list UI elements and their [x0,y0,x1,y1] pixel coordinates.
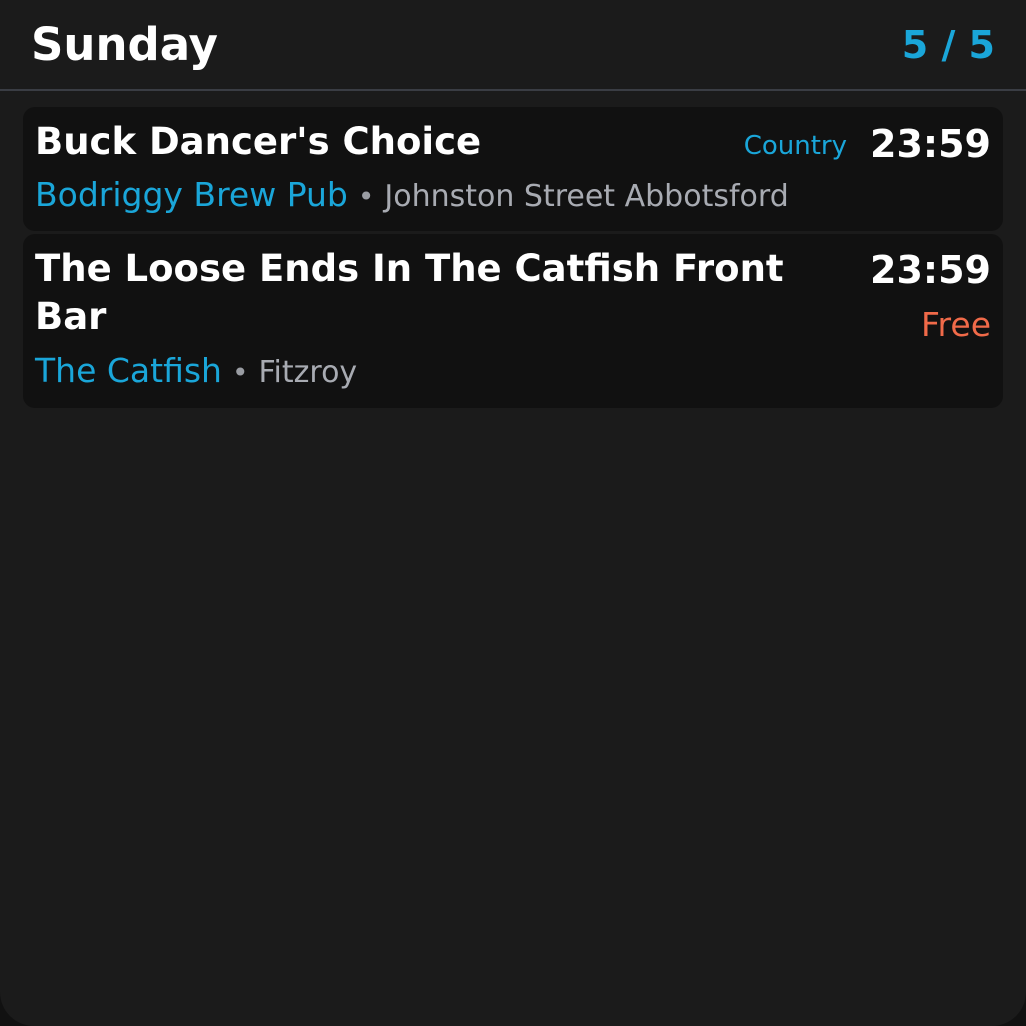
venue-name[interactable]: The Catfish [35,351,222,390]
venue-name[interactable]: Bodriggy Brew Pub [35,175,348,214]
location-separator: • [357,180,375,213]
event-title: Buck Dancer's Choice [35,120,482,163]
location-separator: • [231,356,249,389]
day-title: Sunday [31,18,219,71]
event-card[interactable]: Buck Dancer's Choice Country 23:59 Bodri… [23,107,1003,231]
event-location: The Catfish • Fitzroy [35,351,357,393]
venue-suburb: Johnston Street Abbotsford [384,179,789,214]
event-genre: Country [743,131,847,161]
event-time: 23:59 [870,122,991,166]
event-price: Free [920,305,991,344]
event-location: Bodriggy Brew Pub • Johnston Street Abbots… [35,175,789,217]
events-panel: Sunday 5 / 5 Buck Dancer's Choice Countr… [0,0,1026,1026]
event-card[interactable]: The Loose Ends In The Catfish Front Bar … [23,234,1003,408]
venue-suburb: Fitzroy [258,355,358,390]
day-header: Sunday 5 / 5 [0,0,1026,91]
event-title: The Loose Ends In The Catfish Front Bar [35,247,784,338]
event-time: 23:59 [870,248,991,292]
page-indicator: 5 / 5 [901,23,995,67]
